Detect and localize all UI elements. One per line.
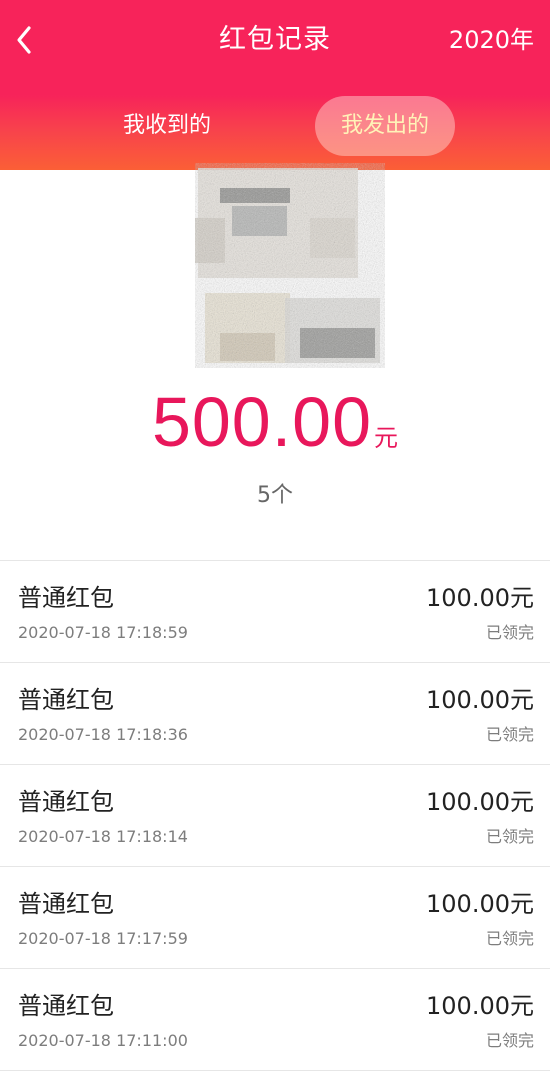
record-status: 已领完 bbox=[485, 827, 534, 846]
record-row[interactable]: 普通红包 2020-07-18 17:18:59 100.00元 已领完 bbox=[0, 561, 550, 663]
record-row[interactable]: 普通红包 2020-07-18 17:11:00 100.00元 已领完 bbox=[0, 969, 550, 1071]
record-status: 已领完 bbox=[485, 1031, 534, 1050]
record-time: 2020-07-18 17:18:59 bbox=[18, 623, 188, 642]
header-bar: 红包记录 2020年 我收到的 我发出的 bbox=[0, 0, 550, 170]
total-amount-value: 500.00 bbox=[151, 383, 373, 461]
record-time: 2020-07-18 17:18:36 bbox=[18, 725, 188, 744]
year-selector[interactable]: 2020年 bbox=[449, 20, 534, 60]
avatar bbox=[195, 163, 385, 368]
record-status: 已领完 bbox=[485, 623, 534, 642]
record-amount: 100.00元 bbox=[426, 788, 534, 816]
record-time: 2020-07-18 17:17:59 bbox=[18, 929, 188, 948]
record-title: 普通红包 bbox=[18, 788, 114, 816]
total-amount: 500.00元 bbox=[0, 382, 550, 462]
chevron-left-icon bbox=[17, 26, 31, 54]
tab-bar: 我收到的 我发出的 bbox=[0, 96, 550, 156]
record-amount: 100.00元 bbox=[426, 992, 534, 1020]
total-amount-unit: 元 bbox=[374, 424, 399, 452]
record-title: 普通红包 bbox=[18, 686, 114, 714]
record-title: 普通红包 bbox=[18, 890, 114, 918]
record-list: 普通红包 2020-07-18 17:18:59 100.00元 已领完 普通红… bbox=[0, 560, 550, 1071]
tab-sent[interactable]: 我发出的 bbox=[315, 96, 455, 156]
record-row[interactable]: 普通红包 2020-07-18 17:17:59 100.00元 已领完 bbox=[0, 867, 550, 969]
record-amount: 100.00元 bbox=[426, 686, 534, 714]
record-time: 2020-07-18 17:18:14 bbox=[18, 827, 188, 846]
back-button[interactable] bbox=[6, 20, 42, 60]
record-status: 已领完 bbox=[485, 929, 534, 948]
record-row[interactable]: 普通红包 2020-07-18 17:18:36 100.00元 已领完 bbox=[0, 663, 550, 765]
packet-count: 5个 bbox=[257, 483, 293, 508]
record-status: 已领完 bbox=[485, 725, 534, 744]
record-time: 2020-07-18 17:11:00 bbox=[18, 1031, 188, 1050]
record-title: 普通红包 bbox=[18, 584, 114, 612]
record-row[interactable]: 普通红包 2020-07-18 17:18:14 100.00元 已领完 bbox=[0, 765, 550, 867]
record-title: 普通红包 bbox=[18, 992, 114, 1020]
record-amount: 100.00元 bbox=[426, 584, 534, 612]
tab-received[interactable]: 我收到的 bbox=[92, 96, 242, 156]
record-amount: 100.00元 bbox=[426, 890, 534, 918]
